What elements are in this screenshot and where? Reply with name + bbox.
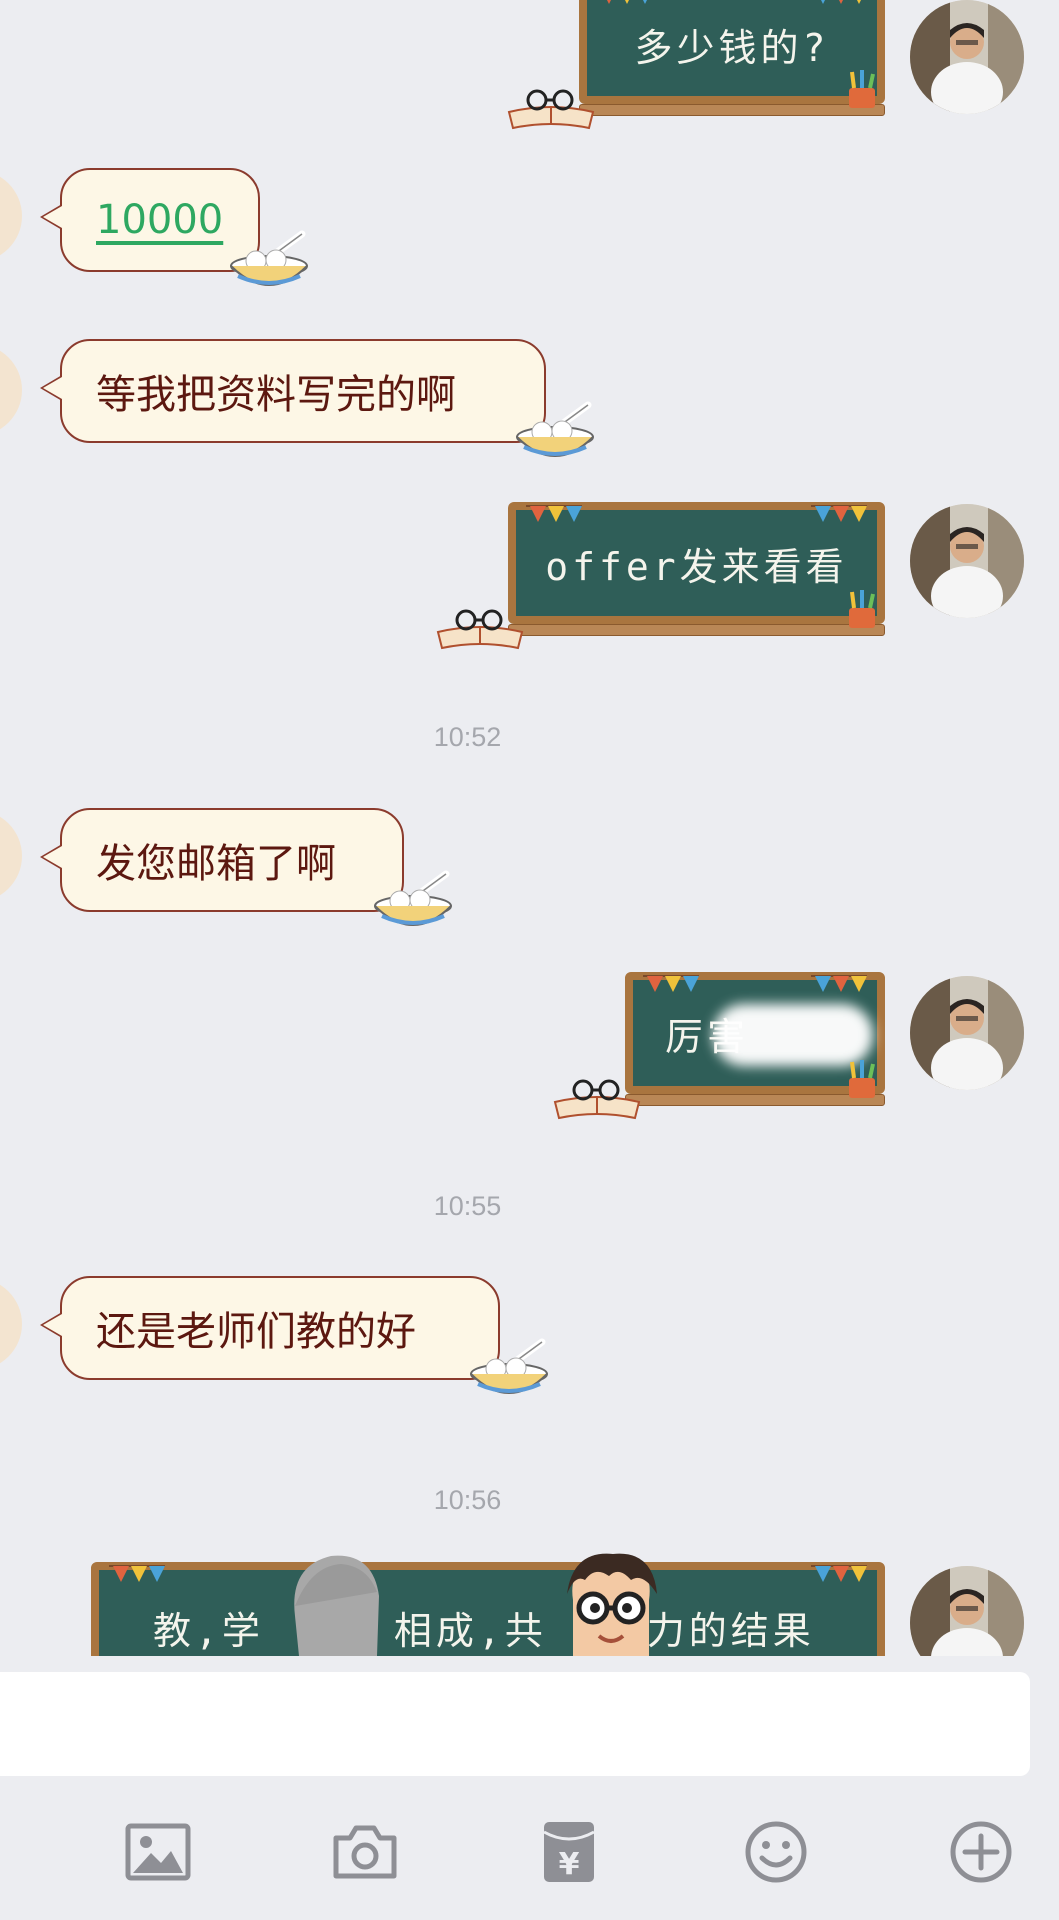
message-text: offer发来看看 bbox=[545, 544, 848, 589]
avatar[interactable] bbox=[0, 810, 22, 902]
book-glasses-icon bbox=[553, 1079, 641, 1120]
pencil-cup-icon bbox=[849, 1060, 875, 1098]
avatar[interactable] bbox=[0, 1278, 22, 1370]
message-text-part: 相成,共 bbox=[393, 1609, 547, 1653]
emoji-icon[interactable] bbox=[740, 1816, 812, 1888]
message-bubble-incoming[interactable]: 还是老师们教的好 bbox=[40, 1276, 548, 1394]
tangyuan-bowl-icon bbox=[230, 230, 308, 286]
message-bubble-outgoing[interactable]: 多少钱的? bbox=[507, 0, 885, 130]
chalkboard-ledge bbox=[508, 624, 885, 636]
avatar[interactable] bbox=[0, 170, 22, 262]
tangyuan-bowl-icon bbox=[470, 1338, 548, 1394]
cartoon-head-gray-icon bbox=[294, 1555, 379, 1656]
bubble-tail bbox=[40, 204, 62, 230]
message-bubble-incoming[interactable]: 发您邮箱了啊 bbox=[40, 808, 452, 926]
avatar[interactable] bbox=[910, 976, 1024, 1090]
chalkboard-ledge bbox=[579, 104, 885, 116]
message-bubble-incoming[interactable]: 等我把资料写完的啊 bbox=[40, 339, 594, 457]
pennant-decoration bbox=[643, 975, 699, 992]
pennant-decoration bbox=[811, 975, 867, 992]
message-text-part: 教,学 bbox=[153, 1609, 264, 1653]
pencil-cup-icon bbox=[849, 590, 875, 628]
image-icon[interactable] bbox=[122, 1816, 194, 1888]
pennant-decoration bbox=[811, 1565, 867, 1582]
message-text: 发您邮箱了啊 bbox=[96, 841, 336, 887]
book-glasses-icon bbox=[507, 89, 595, 130]
timestamp: 10:56 bbox=[433, 1485, 502, 1515]
message-text-part: 力的结果 bbox=[646, 1609, 815, 1653]
avatar[interactable] bbox=[910, 1566, 1024, 1656]
cartoon-teacher-icon bbox=[567, 1553, 657, 1656]
tangyuan-bowl-icon bbox=[516, 401, 594, 457]
message-text: 多少钱的? bbox=[634, 25, 830, 70]
avatar[interactable] bbox=[0, 344, 22, 436]
message-bubble-outgoing[interactable]: 教,学 相成,共 力的结果 bbox=[91, 1553, 885, 1656]
timestamp: 10:55 bbox=[433, 1191, 502, 1221]
bubble-tail bbox=[40, 1312, 62, 1338]
bubble-tail bbox=[40, 375, 62, 401]
pennant-decoration bbox=[526, 505, 582, 522]
camera-icon[interactable] bbox=[329, 1816, 401, 1888]
timestamp: 10:52 bbox=[433, 722, 502, 752]
message-bubble-outgoing[interactable]: offer发来看看 bbox=[436, 502, 885, 650]
pennant-decoration bbox=[821, 0, 861, 4]
tangyuan-bowl-icon bbox=[374, 870, 452, 926]
bubble-tail bbox=[40, 844, 62, 870]
message-link[interactable]: 10000 bbox=[96, 197, 223, 243]
red-packet-glyph: ¥ bbox=[559, 1847, 580, 1882]
message-text: 等我把资料写完的啊 bbox=[96, 372, 456, 418]
toolbar: ¥ bbox=[0, 1776, 1059, 1920]
message-bubble-outgoing[interactable]: 厉害 bbox=[553, 972, 885, 1120]
pennant-decoration bbox=[811, 505, 867, 522]
message-text: 还是老师们教的好 bbox=[96, 1309, 416, 1355]
plus-icon[interactable] bbox=[945, 1816, 1017, 1888]
avatar[interactable] bbox=[910, 0, 1024, 114]
message-bubble-incoming[interactable]: 10000 bbox=[40, 168, 308, 286]
chat-area[interactable]: 多少钱的? 10000 等我把资料写完的啊 offer发来看看 10:52 发您… bbox=[0, 0, 1059, 1656]
pennant-decoration bbox=[109, 1565, 165, 1582]
blur-redaction bbox=[713, 1004, 873, 1066]
pencil-cup-icon bbox=[849, 70, 875, 108]
pennant-decoration bbox=[607, 0, 647, 4]
avatar[interactable] bbox=[910, 504, 1024, 618]
book-glasses-icon bbox=[436, 609, 524, 650]
red-packet-icon[interactable]: ¥ bbox=[533, 1816, 605, 1888]
message-input[interactable] bbox=[0, 1672, 1030, 1776]
